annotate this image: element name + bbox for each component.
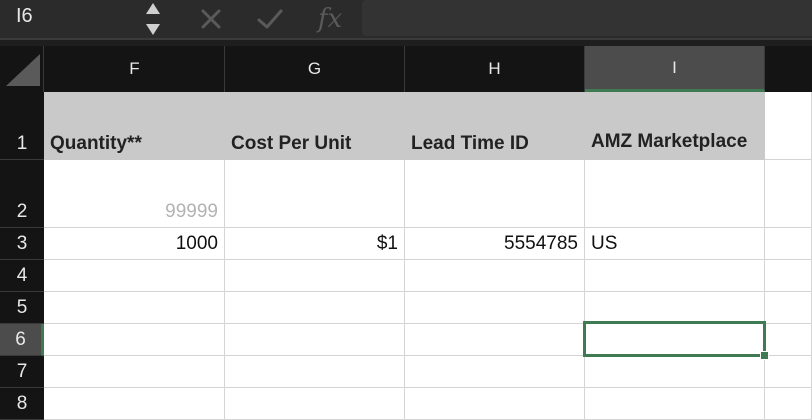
insert-function-fx-icon[interactable]: fx [306, 0, 354, 38]
row-header-5[interactable]: 5 [0, 292, 44, 324]
cell-j6[interactable] [765, 324, 812, 356]
cell-j3[interactable] [765, 228, 812, 260]
cell-h7[interactable] [405, 356, 585, 388]
cell-i2[interactable] [585, 160, 765, 228]
active-cell-selection[interactable] [583, 321, 766, 357]
column-header-f[interactable]: F [45, 46, 225, 92]
cell-h5[interactable] [405, 292, 585, 324]
cell-f3[interactable]: 1000 [44, 228, 225, 260]
spreadsheet-grid: Quantity** Cost Per Unit Lead Time ID AM… [44, 92, 812, 420]
name-box-value[interactable]: I6 [16, 5, 33, 28]
cell-h8[interactable] [405, 388, 585, 420]
cell-h6[interactable] [405, 324, 585, 356]
formula-bar: I6 fx [0, 0, 812, 38]
cell-g4[interactable] [225, 260, 405, 292]
column-header-g[interactable]: G [225, 46, 405, 92]
row-header-8[interactable]: 8 [0, 388, 44, 420]
cell-i4[interactable] [585, 260, 765, 292]
cell-j4[interactable] [765, 260, 812, 292]
cell-f6[interactable] [44, 324, 225, 356]
row-header-2[interactable]: 2 [0, 160, 44, 228]
cell-h4[interactable] [405, 260, 585, 292]
cell-f5[interactable] [44, 292, 225, 324]
name-box-stepper[interactable] [144, 0, 162, 38]
cell-f8[interactable] [44, 388, 225, 420]
cell-g8[interactable] [225, 388, 405, 420]
row-header-7[interactable]: 7 [0, 356, 44, 388]
cell-f1[interactable]: Quantity** [44, 92, 225, 160]
row-header-1[interactable]: 1 [0, 92, 44, 160]
cell-h2[interactable] [405, 160, 585, 228]
cell-f7[interactable] [44, 356, 225, 388]
cell-g5[interactable] [225, 292, 405, 324]
cell-h3[interactable]: 5554785 [405, 228, 585, 260]
cell-f4[interactable] [44, 260, 225, 292]
row-header-3[interactable]: 3 [0, 228, 44, 260]
column-header-h[interactable]: H [405, 46, 585, 92]
cell-g1[interactable]: Cost Per Unit [225, 92, 405, 160]
cell-f2[interactable]: 99999 [44, 160, 225, 228]
name-box[interactable]: I6 [0, 0, 170, 38]
cell-j8[interactable] [765, 388, 812, 420]
chevron-up-icon [146, 3, 160, 14]
cell-j5[interactable] [765, 292, 812, 324]
cell-g3[interactable]: $1 [225, 228, 405, 260]
select-all-triangle-icon [6, 54, 40, 86]
column-header-i[interactable]: I [585, 46, 765, 92]
formula-input[interactable] [362, 0, 812, 36]
row-header-4[interactable]: 4 [0, 260, 44, 292]
cell-g6[interactable] [225, 324, 405, 356]
fill-handle[interactable] [760, 351, 769, 360]
checkmark-icon[interactable] [252, 0, 288, 38]
formula-bar-divider [0, 38, 812, 46]
cell-j7[interactable] [765, 356, 812, 388]
cell-j1[interactable] [765, 92, 812, 160]
cell-i7[interactable] [585, 356, 765, 388]
cell-j2[interactable] [765, 160, 812, 228]
cell-i5[interactable] [585, 292, 765, 324]
select-all-button[interactable] [0, 46, 44, 92]
cancel-x-icon[interactable] [196, 0, 226, 38]
cell-g7[interactable] [225, 356, 405, 388]
cell-i8[interactable] [585, 388, 765, 420]
cell-i1[interactable]: AMZ Marketplace [585, 92, 765, 160]
column-header-row: F G H I [0, 46, 812, 92]
chevron-down-icon [146, 24, 160, 35]
cell-h1[interactable]: Lead Time ID [405, 92, 585, 160]
row-header-6[interactable]: 6 [0, 324, 44, 356]
cell-g2[interactable] [225, 160, 405, 228]
cell-i3[interactable]: US [585, 228, 765, 260]
